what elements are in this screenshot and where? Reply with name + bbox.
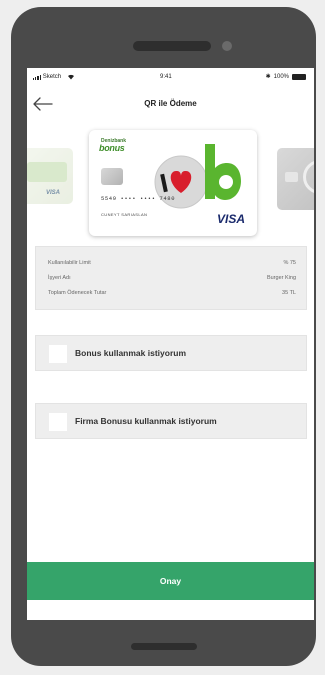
summary-value: % 75 (283, 260, 296, 266)
app-screen: Sketch 9:41 ✱ 100% QR ile Ödeme VISA Den… (27, 68, 314, 620)
summary-label: Kullanılabilir Limit (48, 260, 91, 266)
summary-row: Kullanılabilir Limit % 75 (48, 258, 296, 268)
next-card[interactable] (277, 148, 314, 210)
company-bonus-option-label: Firma Bonusu kullanmak istiyorum (75, 416, 217, 426)
battery-percent: 100% (273, 73, 289, 80)
front-camera (222, 41, 232, 51)
summary-label: Toplam Ödenecek Tutar (48, 290, 107, 296)
nav-bar: QR ile Ödeme (27, 90, 314, 118)
summary-value: Burger King (266, 275, 296, 281)
wifi-icon (68, 74, 75, 80)
signal-icon (33, 74, 41, 80)
next-card-ring (303, 160, 314, 194)
page-title: QR ile Ödeme (144, 99, 197, 108)
status-bar: Sketch 9:41 ✱ 100% (27, 68, 314, 86)
selected-card[interactable]: Denizbank bonus 5549 •••• •••• 7480 CUNE… (89, 130, 257, 236)
previous-card-network: VISA (46, 190, 61, 196)
bonus-option[interactable]: Bonus kullanmak istiyorum (35, 335, 307, 371)
summary-row: İşyeri Adı Burger King (48, 273, 296, 283)
speaker-grille (133, 41, 211, 51)
home-indicator[interactable] (131, 643, 197, 650)
card-stripe (27, 162, 67, 182)
payment-summary: Kullanılabilir Limit % 75 İşyeri Adı Bur… (35, 246, 307, 310)
company-bonus-option[interactable]: Firma Bonusu kullanmak istiyorum (35, 403, 307, 439)
carrier-label: Sketch (42, 74, 62, 80)
next-card-chip (285, 172, 298, 182)
status-left: Sketch (33, 74, 75, 80)
card-brand: bonus (99, 143, 125, 153)
summary-label: İşyeri Adı (48, 275, 71, 281)
company-bonus-checkbox[interactable] (49, 413, 67, 431)
confirm-button[interactable]: Onay (27, 562, 314, 600)
bluetooth-icon: ✱ (265, 74, 271, 80)
card-chip (101, 168, 123, 185)
status-right: ✱ 100% (266, 73, 306, 80)
card-number: 5549 •••• •••• 7480 (101, 195, 176, 202)
battery-icon (292, 73, 306, 80)
summary-value: 35 TL (282, 290, 296, 296)
card-carousel[interactable]: VISA Denizbank bonus 5549 •••• •••• 7480… (27, 130, 314, 236)
status-time: 9:41 (160, 74, 172, 80)
summary-row: Toplam Ödenecek Tutar 35 TL (48, 288, 296, 298)
bonus-option-label: Bonus kullanmak istiyorum (75, 348, 186, 358)
bonus-checkbox[interactable] (49, 345, 67, 363)
card-network: VISA (216, 212, 245, 226)
card-holder: CUNEYT SARIASLAN (101, 212, 148, 217)
previous-card[interactable]: VISA (27, 148, 73, 204)
